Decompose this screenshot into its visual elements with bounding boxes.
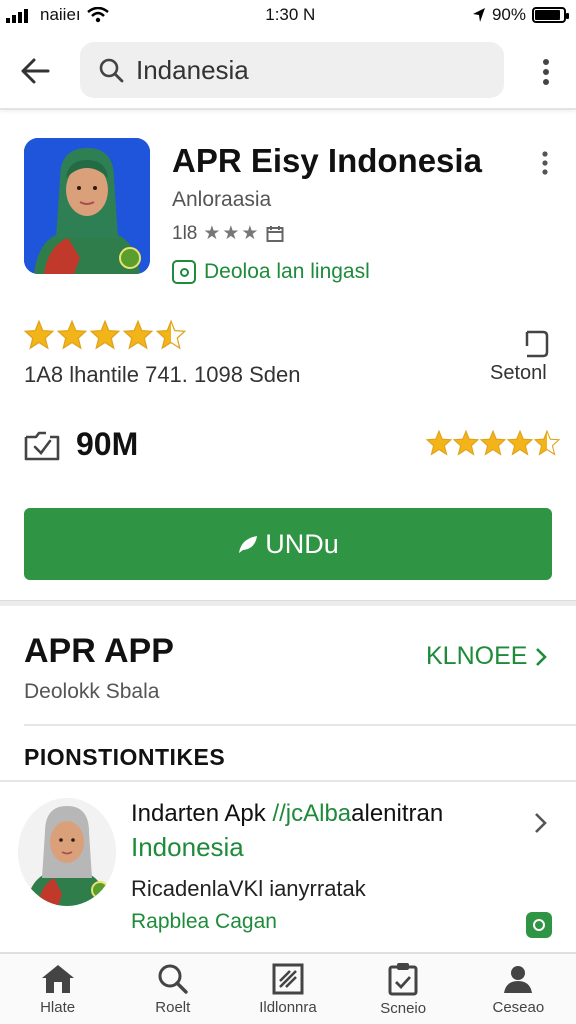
tag-label: Deoloa lan lingasl (204, 260, 370, 283)
list-item[interactable]: Indarten Apk //jcAlbaalenitran Indonesia… (0, 782, 576, 952)
search-icon (99, 58, 124, 83)
more-vert-icon (543, 59, 549, 85)
bookmark-icon[interactable] (524, 330, 550, 358)
nav-item-account[interactable]: Ceseao (464, 954, 572, 1024)
app-meta: 1l8 ★★★ (172, 222, 284, 245)
search-header: Indanesia (0, 34, 576, 110)
battery-percent: 90% (491, 5, 526, 24)
star-icon (24, 320, 54, 350)
leaf-icon (239, 536, 258, 553)
divider (24, 724, 576, 726)
tag-icon (172, 260, 196, 284)
nav-label: Ceseao (492, 998, 545, 1016)
carrier-name: naiieı (40, 5, 81, 24)
account-icon (504, 965, 533, 993)
chevron-right-icon (536, 647, 548, 666)
location-icon (472, 8, 485, 22)
back-arrow-icon (21, 58, 50, 84)
title-part: alenitran (351, 800, 444, 827)
side-label: Setonl (490, 362, 547, 384)
star-icon (57, 320, 87, 350)
meta-stars: ★★★ (203, 223, 261, 244)
portrait-image (24, 138, 150, 274)
app-size: 90M (76, 426, 139, 462)
rating-text: 1A8 lhantile 741. 1098 Sden (24, 362, 301, 387)
star-icon (534, 430, 560, 456)
list-item-title: Indarten Apk //jcAlbaalenitran (131, 800, 443, 828)
title-highlight: //jcAlba (272, 800, 352, 827)
wifi-icon (86, 7, 109, 23)
nav-item-home[interactable]: Hlate (4, 954, 112, 1024)
small-rating-stars (426, 430, 560, 456)
title-part: Indarten Apk (131, 800, 273, 827)
avatar (18, 798, 116, 906)
section-divider (0, 600, 576, 606)
list-item-description: RicadenlaVKl ianyrratak (131, 876, 366, 901)
search-query: Indanesia (136, 54, 249, 85)
subsection-header: PIONSTIONTIKES (24, 744, 226, 770)
search-input[interactable]: Indanesia (80, 42, 504, 98)
nav-label: Roelt (155, 998, 191, 1016)
overflow-menu-button[interactable] (532, 50, 560, 94)
app-developer[interactable]: Anloraasia (172, 188, 271, 212)
app-icon[interactable] (24, 138, 150, 274)
app-more-button[interactable] (532, 148, 558, 178)
section-title: APR APP (24, 632, 174, 670)
install-label: UNDu (265, 528, 339, 559)
bottom-nav: Hlate Roelt Ildlonnra Scneio Ceseao (0, 952, 576, 1024)
section-subtitle: Deolokk Sbala (24, 680, 160, 703)
star-icon (426, 430, 452, 456)
nav-label: Scneio (380, 999, 427, 1017)
home-icon (41, 964, 74, 993)
list-item-subtitle: Indonesia (131, 832, 244, 862)
app-title: APR Eisy Indonesia (172, 142, 482, 179)
nav-label: Ildlonnra (259, 998, 317, 1016)
list-item-meta: Rapblea Cagan (131, 910, 277, 933)
meta-count: 1l8 (172, 222, 198, 244)
star-icon (480, 430, 506, 456)
star-icon (123, 320, 153, 350)
app-tag: Deoloa lan lingasl (172, 260, 370, 284)
portrait-image (18, 798, 116, 906)
install-button[interactable]: UNDu (24, 508, 552, 580)
rating-stars (24, 320, 186, 350)
calendar-icon (266, 225, 284, 242)
back-button[interactable] (0, 33, 70, 109)
clipboard-icon (388, 962, 418, 995)
section-more-link[interactable]: KLNOEE (426, 642, 548, 671)
search-icon (158, 964, 188, 994)
section-link-label: KLNOEE (426, 642, 528, 670)
status-bar: naiieı 1:30 N 90% (0, 0, 576, 30)
star-icon (90, 320, 120, 350)
nav-label: Hlate (40, 998, 76, 1016)
nav-item-search[interactable]: Roelt (119, 954, 227, 1024)
status-time: 1:30 N (265, 5, 316, 24)
battery-icon (531, 7, 569, 23)
download-folder-icon (24, 431, 60, 460)
size-row: 90M (24, 426, 138, 463)
star-icon (507, 430, 533, 456)
more-vert-icon (542, 151, 548, 175)
signal-icon (6, 9, 28, 23)
apps-icon (272, 963, 304, 994)
star-icon (453, 430, 479, 456)
nav-item-apps[interactable]: Ildlonnra (234, 954, 342, 1024)
nav-item-clipboard[interactable]: Scneio (349, 954, 457, 1024)
star-icon (156, 320, 186, 350)
verified-badge-icon (526, 912, 552, 938)
chevron-right-icon (535, 813, 547, 833)
